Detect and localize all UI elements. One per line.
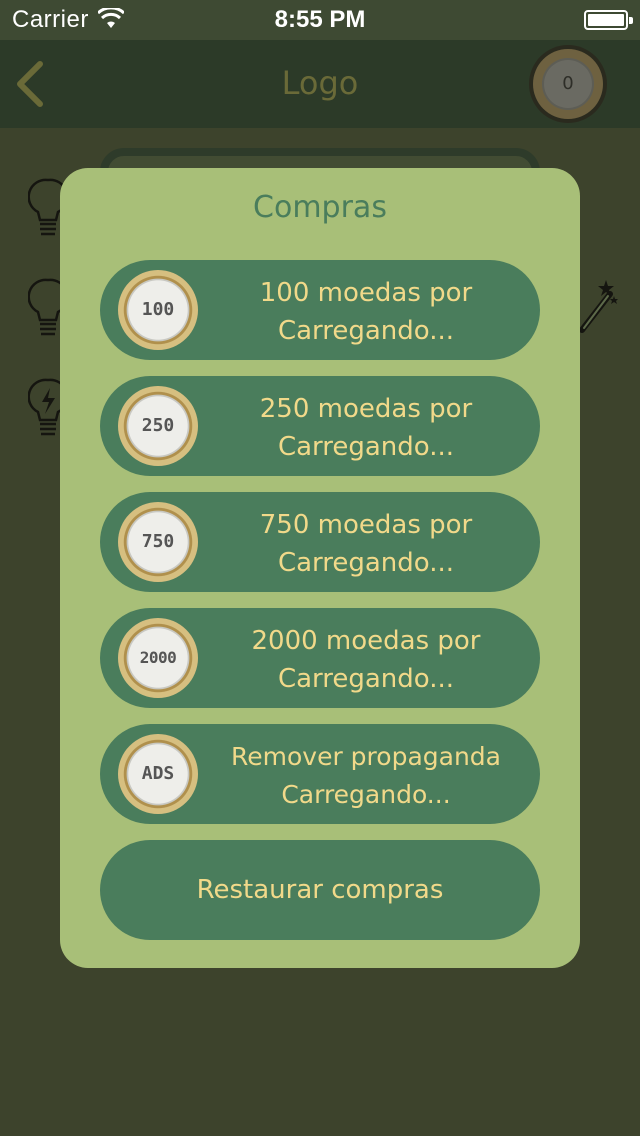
item-price: Carregando...: [277, 548, 455, 578]
nav-bar: Logo 0: [0, 40, 640, 128]
coin-icon: 2000: [118, 618, 198, 698]
status-bar: Carrier 8:55 PM: [0, 0, 640, 40]
item-price: Carregando...: [281, 780, 451, 809]
item-title: 750 moedas por: [259, 510, 473, 540]
item-title: 100 moedas por: [259, 278, 473, 308]
coin-icon: ADS: [118, 734, 198, 814]
coin-label: 2000: [139, 648, 177, 667]
item-title: 2000 moedas por: [251, 626, 481, 656]
item-price: Carregando...: [277, 432, 455, 462]
coin-icon: 100: [118, 270, 198, 350]
item-price: Carregando...: [277, 664, 455, 694]
item-title: 250 moedas por: [259, 394, 473, 424]
coin-label: ADS: [141, 763, 175, 784]
buy-750-coins-button[interactable]: 750 750 moedas por Carregando...: [100, 492, 540, 592]
coin-label: 250: [141, 415, 175, 436]
modal-title: Compras: [253, 190, 387, 225]
buy-2000-coins-button[interactable]: 2000 2000 moedas por Carregando...: [100, 608, 540, 708]
restore-purchases-button[interactable]: Restaurar compras: [100, 840, 540, 940]
coin-label: 100: [141, 299, 175, 320]
buy-250-coins-button[interactable]: 250 250 moedas por Carregando...: [100, 376, 540, 476]
item-title: Remover propaganda: [231, 742, 501, 771]
coin-icon: 250: [118, 386, 198, 466]
remove-ads-button[interactable]: ADS Remover propaganda Carregando...: [100, 724, 540, 824]
item-price: Carregando...: [277, 316, 455, 346]
buy-100-coins-button[interactable]: 100 100 moedas por Carregando...: [100, 260, 540, 360]
purchase-modal: Compras 100 100 moedas por Carregando...…: [60, 168, 580, 968]
magic-wand-icon: [579, 280, 618, 333]
restore-label: Restaurar compras: [196, 875, 444, 905]
battery-icon: [584, 10, 633, 30]
coin-counter-button[interactable]: 0: [528, 44, 608, 124]
coin-count: 0: [562, 73, 574, 94]
coin-icon: 750: [118, 502, 198, 582]
coin-label: 750: [141, 531, 175, 552]
clock: 8:55 PM: [274, 6, 366, 33]
